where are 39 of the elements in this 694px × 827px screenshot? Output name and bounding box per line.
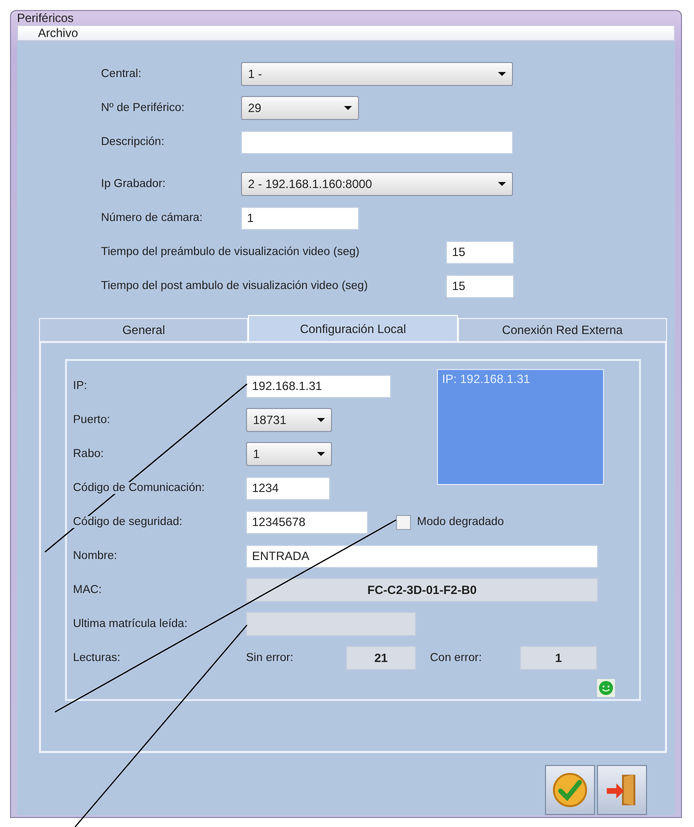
rabo-dropdown[interactable]: 1	[246, 442, 332, 466]
recorder-dropdown[interactable]: 2 - 192.168.1.160:8000	[241, 172, 513, 196]
tab[interactable]: General	[39, 318, 248, 341]
field-label: Tiempo del post ambulo de visualización video (seg)	[101, 280, 369, 292]
field-label: Ultima matrícula leída:	[73, 618, 188, 630]
mac-field: FC-C2-3D-01-F2-B0	[246, 578, 598, 602]
camera-number-field[interactable]: 1	[241, 206, 359, 230]
field-label: Nº de Periférico:	[101, 102, 186, 114]
field-label: Sin error:	[246, 652, 294, 664]
field-label: Número de cámara:	[101, 212, 204, 224]
field-label: Lecturas:	[73, 652, 120, 664]
field-label: Central:	[101, 68, 142, 80]
preamble-field[interactable]: 15	[446, 240, 514, 264]
tab[interactable]: Configuración Local	[248, 315, 458, 341]
field-label: IP:	[73, 380, 88, 392]
ok-readings-count: 21	[346, 646, 416, 670]
security-code-field[interactable]: 12345678	[246, 510, 368, 534]
port-dropdown[interactable]: 18731	[246, 408, 332, 432]
field-label: Tiempo del preámbulo de visualización video (seg)	[101, 246, 360, 258]
field-label: Nombre:	[73, 550, 118, 562]
field-label: Con error:	[430, 652, 483, 664]
field-label: Código de seguridad:	[73, 516, 182, 528]
field-label: Puerto:	[73, 414, 110, 426]
field-label: Código de Comunicación:	[73, 482, 205, 494]
error-readings-count: 1	[520, 646, 597, 670]
field-label: Ip Grabador:	[101, 178, 167, 190]
peripheral-dropdown[interactable]: 29	[241, 96, 359, 120]
tab[interactable]: Conexión Red Externa	[458, 318, 667, 341]
field-label: Rabo:	[73, 448, 104, 460]
window-title: Periféricos	[17, 11, 74, 25]
central-dropdown[interactable]: 1 -	[241, 62, 513, 86]
postamble-field[interactable]: 15	[446, 274, 514, 298]
checkbox-label[interactable]: Modo degradado	[417, 516, 504, 528]
field-label: MAC:	[73, 584, 102, 596]
field-label: Descripción:	[101, 136, 166, 148]
communication-code-field[interactable]: 1234	[246, 476, 330, 500]
ip-field[interactable]: 192.168.1.31	[246, 374, 391, 398]
menu-item[interactable]: Archivo	[38, 26, 78, 40]
name-field[interactable]: ENTRADA	[246, 544, 598, 568]
